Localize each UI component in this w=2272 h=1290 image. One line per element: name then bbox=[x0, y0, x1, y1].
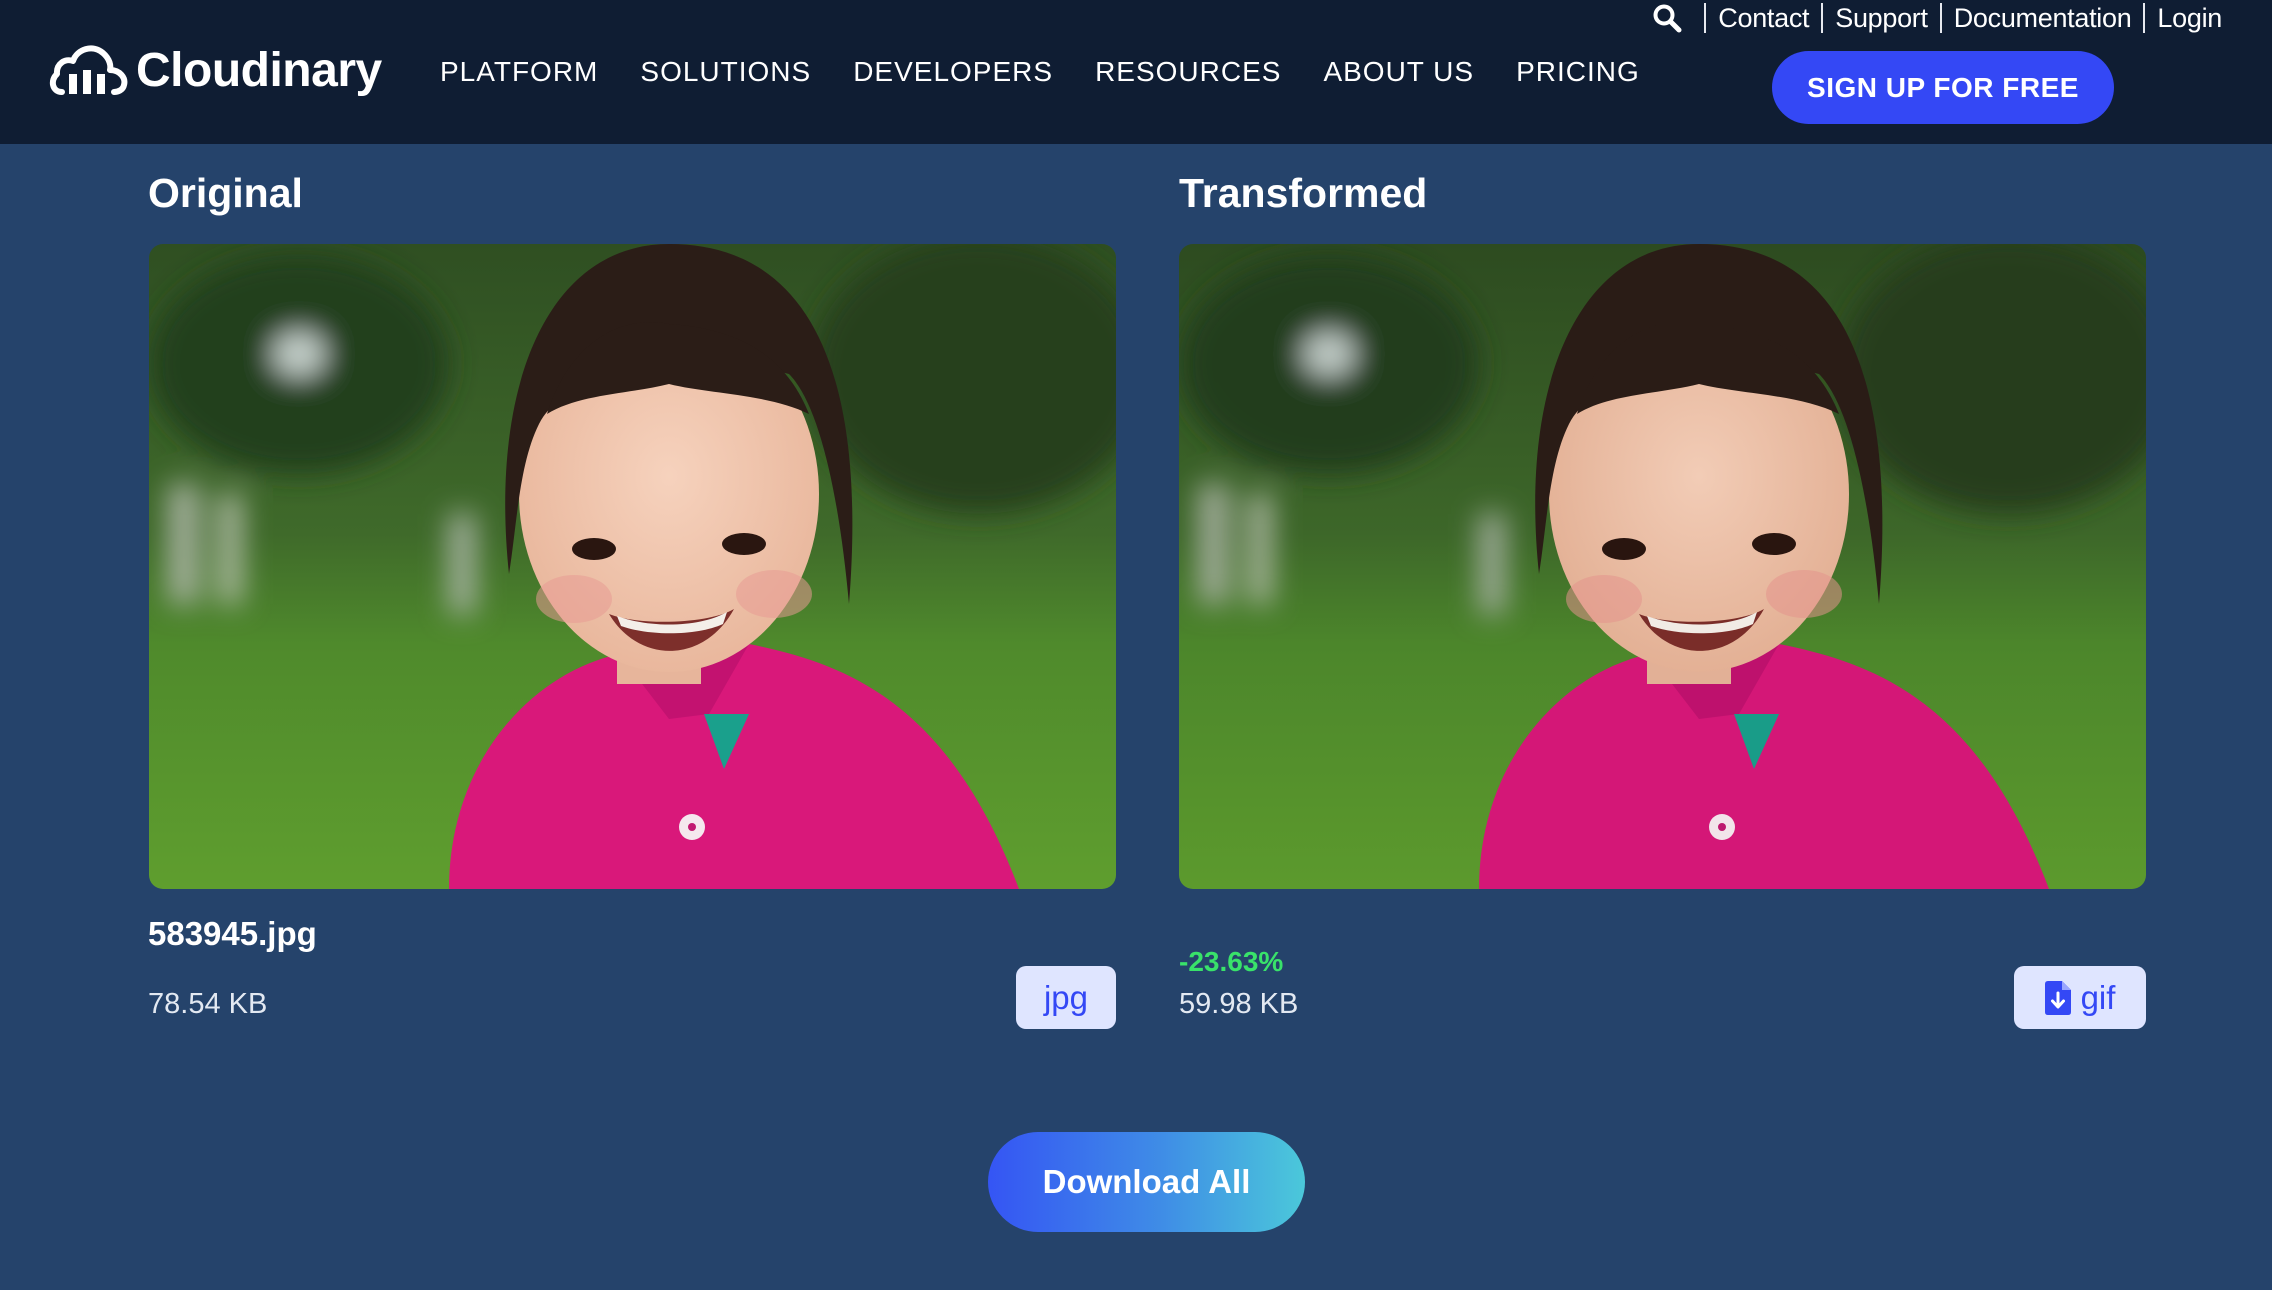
original-format-label: jpg bbox=[1044, 979, 1088, 1017]
original-photo-illustration bbox=[149, 244, 1116, 889]
search-icon[interactable] bbox=[1652, 3, 1682, 33]
nav-developers[interactable]: DEVELOPERS bbox=[853, 56, 1053, 88]
original-size: 78.54 KB bbox=[148, 988, 267, 1021]
login-link[interactable]: Login bbox=[2143, 3, 2234, 33]
main-nav: PLATFORM SOLUTIONS DEVELOPERS RESOURCES … bbox=[440, 56, 1640, 88]
original-image bbox=[149, 244, 1116, 889]
original-title: Original bbox=[148, 170, 303, 217]
nav-pricing[interactable]: PRICING bbox=[1516, 56, 1640, 88]
transformed-title: Transformed bbox=[1179, 170, 1427, 217]
nav-about-us[interactable]: ABOUT US bbox=[1323, 56, 1474, 88]
nav-solutions[interactable]: SOLUTIONS bbox=[640, 56, 811, 88]
original-filename: 583945.jpg bbox=[148, 915, 317, 953]
support-link[interactable]: Support bbox=[1821, 3, 1939, 33]
nav-resources[interactable]: RESOURCES bbox=[1095, 56, 1281, 88]
cloudinary-logo[interactable]: Cloudinary bbox=[48, 40, 382, 100]
transformed-format-download-button[interactable]: gif bbox=[2014, 966, 2146, 1029]
signup-button[interactable]: SIGN UP FOR FREE bbox=[1772, 51, 2114, 124]
transformed-photo-illustration bbox=[1179, 244, 2146, 889]
utility-nav: Contact Support Documentation Login bbox=[1652, 0, 2234, 36]
nav-platform[interactable]: PLATFORM bbox=[440, 56, 598, 88]
transformed-image bbox=[1179, 244, 2146, 889]
documentation-link[interactable]: Documentation bbox=[1940, 3, 2144, 33]
size-saving-percent: -23.63% bbox=[1179, 946, 1283, 978]
original-format-badge[interactable]: jpg bbox=[1016, 966, 1116, 1029]
logo-text: Cloudinary bbox=[136, 43, 382, 98]
contact-link[interactable]: Contact bbox=[1704, 3, 1821, 33]
transformed-format-label: gif bbox=[2081, 979, 2116, 1017]
cloudinary-logo-icon bbox=[48, 40, 130, 100]
transformed-size: 59.98 KB bbox=[1179, 988, 1298, 1021]
file-download-icon bbox=[2045, 981, 2071, 1015]
download-all-button[interactable]: Download All bbox=[988, 1132, 1305, 1232]
top-header: Cloudinary PLATFORM SOLUTIONS DEVELOPERS… bbox=[0, 0, 2272, 144]
